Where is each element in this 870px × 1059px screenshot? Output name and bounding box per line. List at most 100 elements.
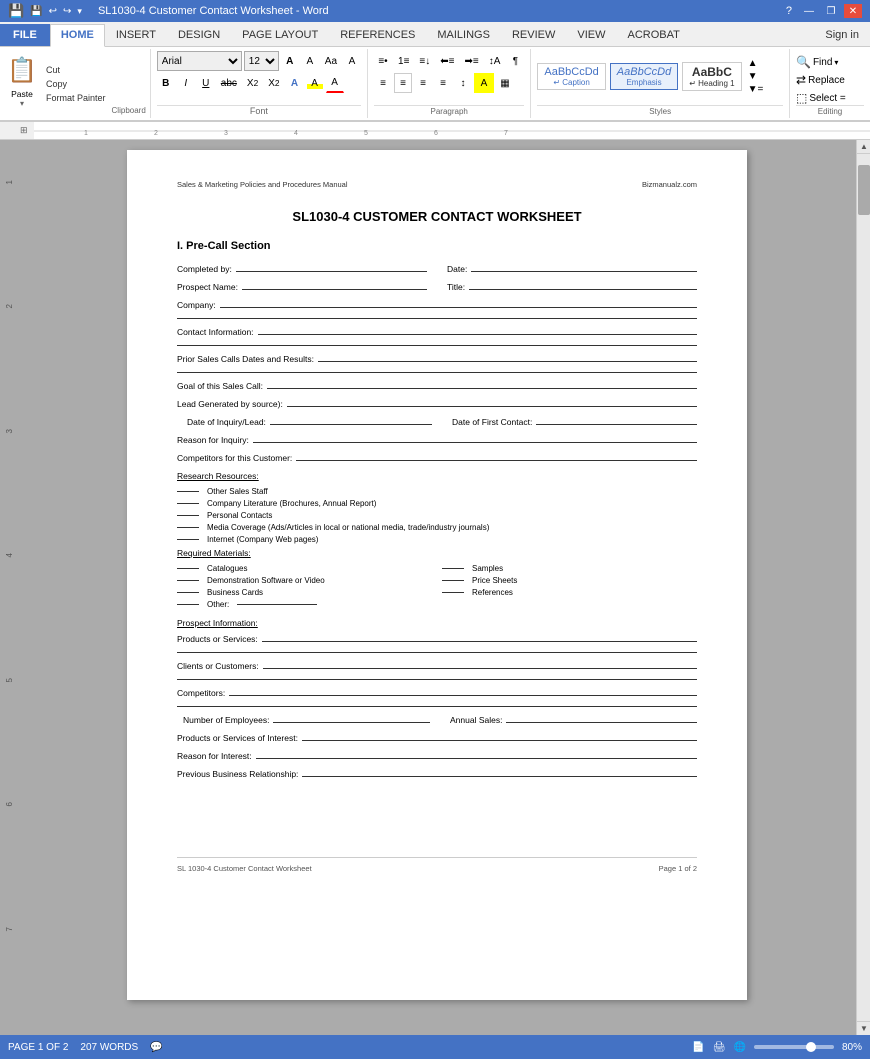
label-products-services: Products or Services:: [177, 634, 258, 644]
styles-scroll[interactable]: ▲ ▼ ▼=: [746, 58, 764, 95]
text-effects-button[interactable]: A: [286, 73, 304, 93]
ruler-marks: 1 2 3 4 5 6 7: [34, 123, 870, 139]
page-num-6: 6: [5, 802, 14, 806]
underline-button[interactable]: U: [197, 73, 215, 93]
replace-icon: ⇄: [796, 73, 806, 87]
bullets-button[interactable]: ≡•: [374, 51, 392, 71]
borders-button[interactable]: ▦: [496, 73, 514, 93]
align-left-button[interactable]: ≡: [374, 73, 392, 93]
decrease-indent-button[interactable]: ⬅≡: [436, 51, 458, 71]
scroll-up-button[interactable]: ▲: [857, 140, 870, 154]
font-name-select[interactable]: Arial: [157, 51, 242, 71]
select-button[interactable]: ⬚ Select =: [796, 91, 864, 105]
tab-review[interactable]: REVIEW: [501, 24, 566, 46]
customize-access[interactable]: ▾: [77, 6, 82, 17]
line-goal: [267, 388, 697, 389]
grow-font-button[interactable]: A: [281, 51, 299, 71]
clear-format-button[interactable]: A: [343, 51, 361, 71]
zoom-slider[interactable]: [754, 1045, 834, 1049]
close-button[interactable]: ✕: [844, 4, 862, 18]
view-read-button[interactable]: 📄: [692, 1042, 704, 1053]
quick-access-save[interactable]: 💾: [30, 6, 42, 17]
tab-view[interactable]: VIEW: [566, 24, 616, 46]
cut-button[interactable]: Cut: [44, 64, 108, 76]
font-color-button[interactable]: A: [326, 73, 344, 93]
align-right-button[interactable]: ≡: [414, 73, 432, 93]
format-painter-button[interactable]: Format Painter: [44, 92, 108, 104]
numbering-button[interactable]: 1≡: [394, 51, 413, 71]
zoom-thumb[interactable]: [806, 1042, 816, 1052]
sort-button[interactable]: ↕A: [485, 51, 505, 71]
ruler-toggle[interactable]: ⊞: [20, 125, 34, 136]
shading-button[interactable]: A: [474, 73, 494, 93]
strikethrough-button[interactable]: abc: [217, 73, 241, 93]
view-print-button[interactable]: 🖨: [713, 1042, 726, 1053]
label-annual-sales: Annual Sales:: [450, 715, 502, 725]
copy-button[interactable]: Copy: [44, 78, 108, 90]
tab-page-layout[interactable]: PAGE LAYOUT: [231, 24, 329, 46]
section-required-materials: Required Materials: Catalogues Demonstra…: [177, 548, 697, 612]
maximize-button[interactable]: ❐: [822, 4, 840, 18]
document-scroll-area[interactable]: Sales & Marketing Policies and Procedure…: [18, 140, 856, 1035]
change-case-button[interactable]: Aa: [321, 51, 341, 71]
ribbon-content: 📋 Paste ▾ Cut Copy Format Painter Clipbo…: [0, 47, 870, 122]
clipboard-label: Clipboard: [112, 106, 146, 116]
label-rm-4: Other:: [207, 600, 229, 609]
label-required-materials: Required Materials:: [177, 548, 697, 558]
replace-button[interactable]: ⇄ Replace: [796, 73, 864, 87]
label-rm-5: Samples: [472, 564, 503, 573]
tab-acrobat[interactable]: ACROBAT: [616, 24, 690, 46]
extra-line-contact: [177, 345, 697, 346]
tab-home[interactable]: HOME: [50, 24, 105, 47]
line-spacing-button[interactable]: ↕: [454, 73, 472, 93]
paste-button[interactable]: 📋 Paste ▾: [4, 51, 40, 116]
label-rr-5: Internet (Company Web pages): [207, 535, 318, 544]
superscript-button[interactable]: X2: [264, 73, 283, 93]
shrink-font-button[interactable]: A: [301, 51, 319, 71]
multilevel-list-button[interactable]: ≡↓: [415, 51, 434, 71]
style-emphasis[interactable]: AaBbCcDd Emphasis: [610, 63, 678, 90]
label-rr-1: Other Sales Staff: [207, 487, 268, 496]
ruler-track: 1 2 3 4 5 6 7: [34, 122, 870, 139]
tab-mailings[interactable]: MAILINGS: [426, 24, 501, 46]
tab-design[interactable]: DESIGN: [167, 24, 231, 46]
rm-item-4: Other:: [177, 600, 432, 609]
word-count: 207 WORDS: [80, 1042, 138, 1053]
style-caption[interactable]: AaBbCcDd ↵ Caption: [537, 63, 605, 90]
line-date: [471, 271, 697, 272]
field-date-first-contact: Date of First Contact:: [452, 417, 697, 427]
scroll-thumb[interactable]: [858, 165, 870, 215]
proofing-icon[interactable]: 💬: [150, 1042, 162, 1053]
bold-button[interactable]: B: [157, 73, 175, 93]
increase-indent-button[interactable]: ➡≡: [460, 51, 482, 71]
label-competitors: Competitors for this Customer:: [177, 453, 292, 463]
help-button[interactable]: ?: [782, 5, 796, 17]
field-lead: Lead Generated by source):: [177, 399, 697, 409]
find-button[interactable]: 🔍 Find ▾: [796, 55, 864, 69]
minimize-button[interactable]: —: [800, 4, 818, 18]
quick-access-undo[interactable]: ↩: [49, 6, 57, 17]
line-prior-sales: [318, 361, 697, 362]
line-company: [220, 307, 697, 308]
check-rr-4: [177, 527, 199, 528]
italic-button[interactable]: I: [177, 73, 195, 93]
scroll-track[interactable]: [857, 154, 870, 1021]
tab-insert[interactable]: INSERT: [105, 24, 167, 46]
tab-references[interactable]: REFERENCES: [329, 24, 426, 46]
quick-access-redo[interactable]: ↪: [63, 6, 71, 17]
font-size-select[interactable]: 12: [244, 51, 279, 71]
style-heading1[interactable]: AaBbC ↵ Heading 1: [682, 62, 741, 91]
view-web-button[interactable]: 🌐: [734, 1042, 746, 1053]
subscript-button[interactable]: X2: [243, 73, 262, 93]
justify-button[interactable]: ≡: [434, 73, 452, 93]
show-marks-button[interactable]: ¶: [506, 51, 524, 71]
page-num-1: 1: [5, 180, 14, 184]
vertical-scrollbar[interactable]: ▲ ▼: [856, 140, 870, 1035]
ruler: ⊞ 1 2 3 4 5 6 7: [0, 122, 870, 140]
align-center-button[interactable]: ≡: [394, 73, 412, 93]
tab-file[interactable]: FILE: [0, 24, 50, 46]
text-highlight-button[interactable]: A: [306, 73, 324, 93]
label-rr-2: Company Literature (Brochures, Annual Re…: [207, 499, 376, 508]
field-reason-interest: Reason for Interest:: [177, 751, 697, 761]
sign-in-button[interactable]: Sign in: [814, 24, 870, 46]
